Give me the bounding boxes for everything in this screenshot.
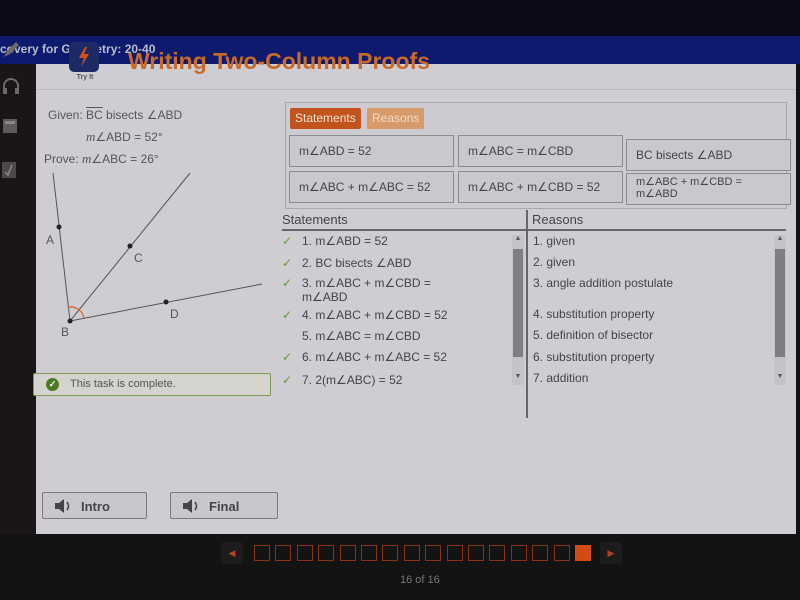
scroll-thumb[interactable]: [775, 249, 785, 357]
two-column-proof: Statements Reasons ✓ 1. m∠ABD = 52 ✓ 2. BC…: [282, 210, 792, 420]
angle-diagram: A B C D: [46, 172, 263, 339]
reason-row[interactable]: 2. given: [533, 255, 575, 269]
column-divider: [526, 210, 528, 418]
header-divider: [36, 89, 796, 90]
reason-row[interactable]: 3. angle addition postulate: [533, 276, 673, 290]
pencil-icon[interactable]: [0, 40, 22, 62]
label-a: A: [46, 233, 54, 247]
try-it-label: Try It: [76, 74, 94, 81]
page-dot-7[interactable]: [382, 545, 399, 561]
page-title: Writing Two-Column Proofs: [128, 48, 430, 74]
check-icon: ✓: [282, 276, 293, 290]
scroll-down-icon[interactable]: ▼: [775, 373, 785, 380]
final-audio-button[interactable]: Final: [170, 492, 278, 519]
statements-header: Statements: [282, 212, 348, 227]
scroll-up-icon[interactable]: ▲: [513, 235, 523, 242]
point-b: [67, 318, 73, 324]
page-dot-1[interactable]: [254, 545, 270, 561]
page-dot-16[interactable]: [575, 545, 591, 561]
scroll-down-icon[interactable]: ▼: [513, 373, 523, 380]
page-dot-5[interactable]: [339, 545, 356, 561]
check-icon: ✓: [282, 234, 293, 248]
ray-ba: [52, 172, 71, 322]
check-icon: ✓: [282, 308, 293, 322]
page-dot-9[interactable]: [425, 545, 442, 561]
lightning-icon: [79, 47, 89, 67]
reason-row[interactable]: 6. substitution property: [533, 350, 654, 364]
given-line: Given: BC bisects ∠ABD: [48, 108, 183, 122]
headphones-icon[interactable]: [0, 76, 22, 98]
page-dot-13[interactable]: [510, 545, 527, 561]
bank-tile[interactable]: m∠ABC + m∠CBD = m∠ABD: [626, 173, 791, 205]
page-dot-4[interactable]: [318, 545, 335, 561]
tool-rail: [0, 42, 36, 534]
reasons-scrollbar[interactable]: ▲ ▼: [774, 235, 786, 385]
scroll-thumb[interactable]: [513, 249, 523, 357]
bank-tile[interactable]: m∠ABC = m∠CBD: [458, 135, 623, 167]
bank-tile[interactable]: m∠ABC + m∠ABC = 52: [289, 171, 454, 203]
scroll-up-icon[interactable]: ▲: [775, 235, 785, 242]
label-c: C: [134, 251, 143, 265]
previous-page-button[interactable]: ◀: [221, 542, 243, 564]
page-dot-2[interactable]: [275, 545, 292, 561]
bank-tile[interactable]: m∠ABC + m∠CBD = 52: [458, 171, 623, 203]
point-a: [56, 224, 62, 230]
next-page-button[interactable]: ▶: [600, 542, 622, 564]
reason-row[interactable]: 1. given: [533, 234, 575, 248]
speaker-icon: [183, 499, 198, 513]
page-dot-3[interactable]: [296, 545, 313, 561]
calculator-icon[interactable]: [0, 116, 22, 138]
page-dot-15[interactable]: [553, 545, 570, 561]
navigation-bar: ◀ ▶ 16 of 16: [0, 534, 800, 600]
given-measure-line: m∠ABD = 52°: [86, 129, 163, 144]
page-dot-12[interactable]: [489, 545, 506, 561]
statements-header-line: [282, 229, 526, 231]
reasons-header: Reasons: [532, 212, 584, 227]
page-dot-6[interactable]: [361, 545, 377, 561]
reason-row[interactable]: 5. definition of bisector: [533, 328, 653, 342]
check-icon: ✓: [282, 350, 293, 364]
check-icon: ✓: [282, 256, 293, 270]
reasons-header-line: [528, 229, 786, 231]
reason-row[interactable]: 7. addition: [533, 371, 588, 385]
page-dot-14[interactable]: [532, 545, 549, 561]
page-dot-8[interactable]: [403, 545, 420, 561]
point-d: [163, 299, 169, 305]
label-d: D: [170, 307, 179, 321]
check-icon: ✓: [282, 373, 293, 387]
lesson-panel: Try It Writing Two-Column Proofs Given: …: [33, 42, 796, 534]
bank-tile[interactable]: m∠ABD = 52: [289, 135, 454, 167]
reason-row[interactable]: 4. substitution property: [533, 307, 654, 321]
given-prove-block: Given: BC bisects ∠ABD m∠ABD = 52° Prove…: [44, 104, 183, 170]
task-complete-banner: ✓ This task is complete.: [33, 373, 271, 396]
speaker-icon: [55, 499, 70, 513]
ray-bc: BC: [86, 108, 103, 122]
tab-statements[interactable]: Statements: [290, 108, 361, 129]
page-dot-10[interactable]: [446, 545, 463, 561]
answer-bank: Statements Reasons m∠ABD = 52 m∠ABC = m∠…: [285, 102, 791, 209]
top-bezel: [0, 0, 800, 36]
tab-reasons[interactable]: Reasons: [367, 108, 425, 129]
bank-tile[interactable]: BC bisects ∠ABD: [626, 139, 791, 171]
page-count-text: 16 of 16: [400, 574, 440, 586]
page-dot-11[interactable]: [468, 545, 484, 561]
try-it-button[interactable]: [69, 42, 99, 72]
statements-scrollbar[interactable]: ▲ ▼: [512, 235, 524, 385]
status-message: This task is complete.: [70, 378, 176, 390]
formula-icon[interactable]: [0, 160, 22, 182]
lesson-header: Try It Writing Two-Column Proofs: [36, 42, 796, 92]
intro-audio-button[interactable]: Intro: [42, 492, 147, 519]
angle-mark: [67, 306, 85, 319]
label-b: B: [61, 325, 69, 339]
check-circle-icon: ✓: [46, 378, 59, 391]
point-c: [127, 243, 133, 249]
